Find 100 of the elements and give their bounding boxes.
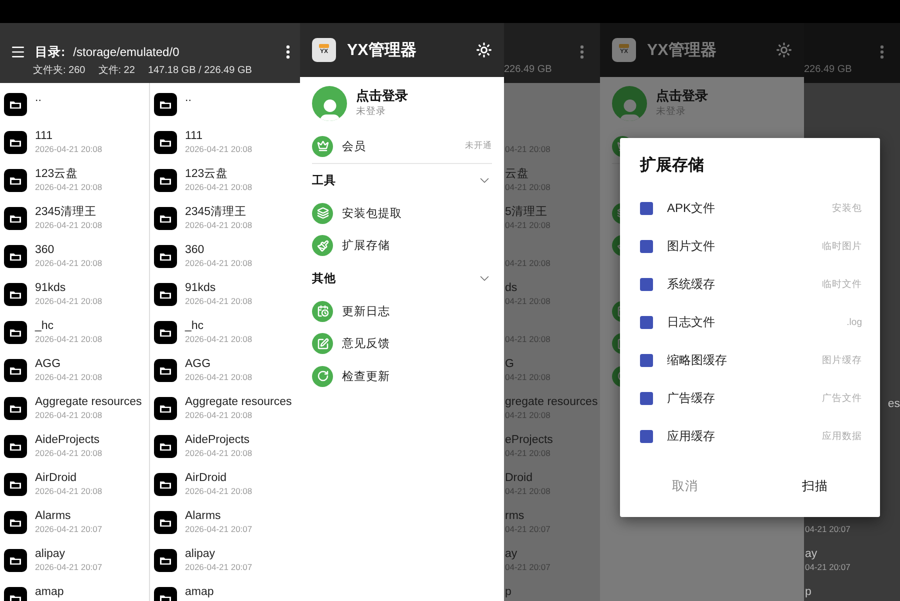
- folder-date: 2026-04-21 20:08: [185, 485, 252, 497]
- login-title[interactable]: 点击登录: [356, 87, 408, 105]
- cancel-button[interactable]: 取消: [658, 470, 712, 502]
- folder-name[interactable]: _hc: [185, 319, 252, 333]
- folder-icon: [154, 244, 177, 268]
- more-icon: [580, 45, 584, 59]
- option-hint: 图片缓存: [822, 354, 862, 366]
- option-label[interactable]: 日志文件: [667, 314, 847, 330]
- folder-name[interactable]: Aggregate resources: [185, 395, 292, 409]
- more-icon: [880, 45, 884, 59]
- folder-icon: [154, 206, 177, 230]
- folder-name: G: [505, 357, 515, 371]
- option-hint: 广告文件: [822, 392, 862, 404]
- folder-date: 2026-04-21 20:08: [35, 333, 102, 345]
- theme-toggle-icon[interactable]: [776, 42, 792, 58]
- folder-name[interactable]: Alarms: [35, 509, 102, 523]
- folder-date: 2026-04-21 20:08: [35, 143, 102, 155]
- folder-icon: [154, 168, 177, 192]
- folder-icon: [154, 92, 177, 116]
- theme-toggle-icon[interactable]: [476, 42, 492, 58]
- folder-name[interactable]: AGG: [35, 357, 102, 371]
- folder-name[interactable]: Alarms: [185, 509, 252, 523]
- login-title[interactable]: 点击登录: [656, 87, 708, 105]
- folder-name[interactable]: alipay: [185, 547, 252, 561]
- folder-name[interactable]: 111: [185, 129, 252, 143]
- storage-usage: 226.49 GB: [804, 63, 853, 77]
- folder-name[interactable]: _hc: [35, 319, 102, 333]
- folder-icon: [154, 358, 177, 382]
- option-label[interactable]: 缩略图缓存: [667, 352, 822, 368]
- folder-name[interactable]: AideProjects: [35, 433, 102, 447]
- folder-date: 2026-04-21 20:08: [35, 219, 102, 231]
- member-item[interactable]: 会员: [342, 138, 465, 154]
- menu-item[interactable]: 扩展存储: [342, 238, 492, 254]
- folder-icon: [4, 472, 27, 496]
- folder-name[interactable]: 360: [185, 243, 252, 257]
- folder-name[interactable]: AideProjects: [185, 433, 252, 447]
- folder-name: gregate resources: [505, 395, 599, 409]
- menu-item[interactable]: 更新日志: [342, 304, 492, 319]
- folder-name[interactable]: 91kds: [35, 281, 102, 295]
- menu-item[interactable]: 意见反馈: [342, 336, 492, 352]
- option-hint: .log: [846, 316, 862, 328]
- folder-name[interactable]: 2345清理王: [185, 205, 252, 219]
- checkbox[interactable]: [640, 240, 653, 252]
- folder-icon: [154, 282, 177, 306]
- option-label[interactable]: 应用缓存: [667, 428, 822, 444]
- folder-name[interactable]: Aggregate resources: [35, 395, 142, 409]
- folder-icon: [4, 130, 27, 154]
- folder-name[interactable]: 111: [35, 129, 102, 143]
- folder-name: ay: [505, 547, 518, 561]
- menu-item[interactable]: 检查更新: [342, 368, 492, 384]
- folder-name: 云盘: [505, 167, 530, 181]
- folder-icon: [154, 396, 177, 420]
- folder-name[interactable]: 123云盘: [35, 167, 102, 181]
- checkbox[interactable]: [640, 316, 653, 328]
- folder-icon: [4, 282, 27, 306]
- option-label[interactable]: 系统缓存: [667, 276, 822, 292]
- checkbox[interactable]: [640, 392, 653, 404]
- folder-icon: [154, 320, 177, 344]
- folder-name: 5清理王: [505, 205, 548, 219]
- folder-name[interactable]: AirDroid: [35, 471, 102, 485]
- folder-date: 2026-04-21 20:08: [185, 447, 252, 459]
- menu-item[interactable]: 安装包提取: [342, 206, 492, 221]
- folder-name[interactable]: amap: [35, 585, 64, 599]
- folder-date: 2026-04-21 20:08: [35, 181, 102, 193]
- folder-count: 文件夹: 260: [33, 64, 86, 77]
- folder-name[interactable]: AGG: [185, 357, 252, 371]
- scan-button[interactable]: 扫描: [788, 470, 842, 502]
- folder-icon: [4, 168, 27, 192]
- option-label[interactable]: APK文件: [667, 200, 832, 216]
- option-hint: 安装包: [832, 202, 862, 214]
- checkbox[interactable]: [640, 354, 653, 366]
- folder-date: 2026-04-21 20:07: [35, 561, 102, 573]
- folder-icon: [154, 472, 177, 496]
- folder-name[interactable]: AirDroid: [185, 471, 252, 485]
- folder-name[interactable]: 360: [35, 243, 102, 257]
- folder-name[interactable]: alipay: [35, 547, 102, 561]
- folder-name: p: [805, 585, 812, 599]
- folder-icon: [4, 510, 27, 534]
- folder-name[interactable]: 123云盘: [185, 167, 252, 181]
- option-hint: 临时图片: [822, 240, 862, 252]
- checkbox[interactable]: [640, 430, 653, 442]
- option-label[interactable]: 图片文件: [667, 238, 822, 254]
- checkbox[interactable]: [640, 278, 653, 290]
- folder-name[interactable]: 2345清理王: [35, 205, 102, 219]
- folder-date: 2026-04-21 20:08: [185, 409, 254, 421]
- folder-name[interactable]: ..: [185, 91, 192, 105]
- folder-date: 2026-04-21 20:08: [35, 257, 102, 269]
- folder-name[interactable]: ..: [35, 91, 42, 105]
- more-icon[interactable]: [286, 45, 290, 59]
- folder-name[interactable]: amap: [185, 585, 214, 599]
- option-label[interactable]: 广告缓存: [667, 390, 822, 406]
- app-name: YX管理器: [647, 40, 718, 60]
- folder-date: 2026-04-21 20:08: [185, 333, 252, 345]
- checkbox[interactable]: [640, 202, 653, 214]
- menu-icon[interactable]: [10, 44, 26, 60]
- folder-name: rms: [505, 509, 526, 523]
- folder-icon: [4, 358, 27, 382]
- avatar-icon[interactable]: [312, 86, 347, 120]
- folder-name[interactable]: 91kds: [185, 281, 252, 295]
- folder-icon: [4, 320, 27, 344]
